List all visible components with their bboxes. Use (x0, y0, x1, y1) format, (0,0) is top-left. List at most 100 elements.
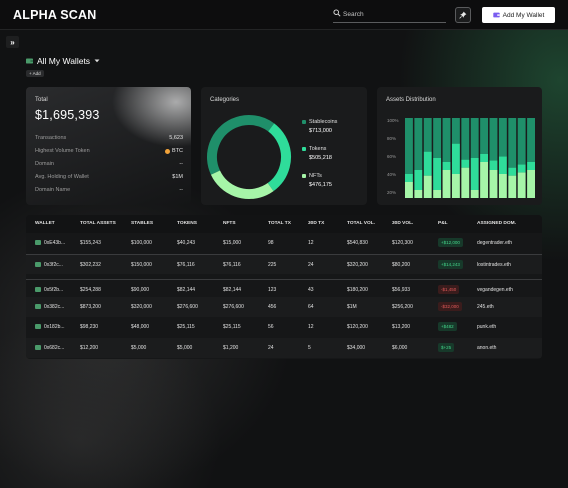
y-tick-label: 100% (387, 118, 399, 123)
wallet-icon (35, 304, 41, 309)
cell-30d-vol: $256,200 (392, 304, 413, 310)
cell-wallet: 0x382c... (44, 304, 65, 310)
assets-distribution-chart (405, 118, 535, 198)
cell-30d-tx: 64 (308, 304, 314, 310)
cell-stables: $320,000 (131, 304, 152, 310)
cell-30d-tx: 12 (308, 324, 314, 330)
legend-swatch (302, 120, 306, 124)
donut-segment (206, 114, 291, 199)
y-tick-label: 60% (387, 154, 397, 159)
column-header[interactable]: P&L (438, 221, 448, 226)
legend-name: Tokens (309, 146, 327, 152)
bar-segment (405, 182, 413, 198)
cell-total-assets: $873,200 (80, 304, 101, 310)
bar-segment (498, 118, 507, 157)
cell-nfts: $15,000 (223, 240, 242, 246)
bar-segment (423, 151, 432, 176)
add-my-wallet-button[interactable]: Add My Wallet (482, 7, 555, 23)
legend-value: $713,000 (309, 128, 332, 134)
donut-segment (206, 114, 291, 199)
bar-segment (470, 190, 479, 198)
bar-segment (489, 160, 498, 170)
table-row[interactable]: 0x382c... $873,200 $320,000 $276,600 $27… (26, 297, 542, 317)
search-bar[interactable] (333, 8, 446, 23)
wallet-icon (35, 287, 41, 292)
cell-domain: vegandegen.eth (477, 287, 513, 293)
wallet-selector[interactable]: All My Wallets (26, 55, 100, 67)
column-header[interactable]: TOTAL ASSETS (80, 221, 116, 226)
stat-value: BTC (172, 148, 183, 154)
cell-tokens: $5,000 (177, 345, 193, 351)
expand-sidebar-button[interactable]: » (6, 36, 19, 48)
cell-total-tx: 24 (268, 345, 274, 351)
bar-segment (517, 164, 526, 173)
wallet-icon (35, 345, 41, 350)
wallet-icon (35, 240, 41, 245)
pin-button[interactable] (455, 7, 471, 23)
legend-swatch (302, 174, 306, 178)
bar-segment (480, 118, 489, 154)
cell-total-assets: $12,200 (80, 345, 99, 351)
categories-title: Categories (210, 97, 240, 103)
bar-segment (508, 175, 517, 198)
table-row[interactable]: 0x682c... $12,200 $5,000 $5,000 $1,200 2… (26, 338, 542, 358)
bar-segment (517, 118, 526, 165)
column-header[interactable]: 30D VOL. (392, 221, 413, 226)
stat-value: -- (179, 187, 183, 193)
cell-nfts: $82,144 (223, 287, 242, 293)
cell-wallet: 0x682c... (44, 345, 65, 351)
column-header[interactable]: STABLES (131, 221, 153, 226)
table-row[interactable]: 0xE43b... $155,243 $100,000 $40,243 $15,… (26, 233, 542, 253)
pnl-badge: -$32,000 (438, 302, 462, 311)
total-amount: $1,695,393 (35, 108, 100, 122)
column-header[interactable]: WALLET (35, 221, 55, 226)
donut-segment (206, 114, 291, 199)
app-logo: ALPHA SCAN (13, 8, 97, 22)
table-row[interactable]: 0x182b... $98,230 $48,000 $25,115 $25,11… (26, 317, 542, 337)
column-header[interactable]: TOTAL TX (268, 221, 291, 226)
cell-tokens: $25,115 (177, 324, 195, 330)
table-row[interactable]: 0x5f2b... $254,288 $90,000 $82,144 $82,1… (26, 279, 542, 299)
stat-value: $1M (172, 174, 183, 180)
cell-total-tx: 98 (268, 240, 274, 246)
cell-wallet: 0x182b... (44, 324, 65, 330)
cell-total-vol: $180,200 (347, 287, 368, 293)
column-header[interactable]: NFTS (223, 221, 236, 226)
pnl-badge: +$482 (438, 322, 457, 331)
bar-segment (461, 167, 470, 198)
cell-stables: $90,000 (131, 287, 150, 293)
cell-domain: lostintrades.eth (477, 262, 511, 268)
wallet-icon (26, 58, 33, 64)
cell-domain: degentrader.eth (477, 240, 513, 246)
cell-domain: anon.eth (477, 345, 497, 351)
stat-label: Transactions (35, 135, 67, 141)
column-header[interactable]: TOKENS (177, 221, 197, 226)
column-header[interactable]: 30D TX (308, 221, 324, 226)
bar-segment (442, 162, 451, 170)
cell-total-vol: $320,200 (347, 262, 368, 268)
stat-value: -- (179, 161, 183, 167)
add-wallet-chip[interactable]: + Add (26, 70, 44, 77)
stat-row: Domain Name -- (35, 187, 183, 193)
stat-label: Highest Volume Token (35, 148, 90, 154)
cell-nfts: $276,600 (223, 304, 244, 310)
bar-segment (527, 118, 535, 162)
table-row[interactable]: 0x3f2c... $302,232 $150,000 $76,116 $76,… (26, 254, 542, 274)
cell-total-assets: $155,243 (80, 240, 101, 246)
pnl-badge: +$12,000 (438, 238, 463, 247)
bar-segment (451, 118, 460, 144)
pnl-badge: $+25 (438, 343, 455, 352)
bar-segment (508, 167, 517, 176)
cell-30d-tx: 5 (308, 345, 311, 351)
cell-total-tx: 56 (268, 324, 274, 330)
bar-segment (433, 118, 442, 158)
column-header[interactable]: TOTAL VOL. (347, 221, 375, 226)
bar-segment (433, 190, 442, 198)
wallet-selector-title: All My Wallets (37, 56, 91, 66)
stat-row: Highest Volume Token BTC (35, 148, 183, 154)
bar-segment (470, 158, 479, 190)
search-input[interactable] (343, 8, 443, 21)
column-header[interactable]: ASSIGNED DOM. (477, 221, 516, 226)
cell-tokens: $82,144 (177, 287, 196, 293)
cell-nfts: $1,200 (223, 345, 239, 351)
